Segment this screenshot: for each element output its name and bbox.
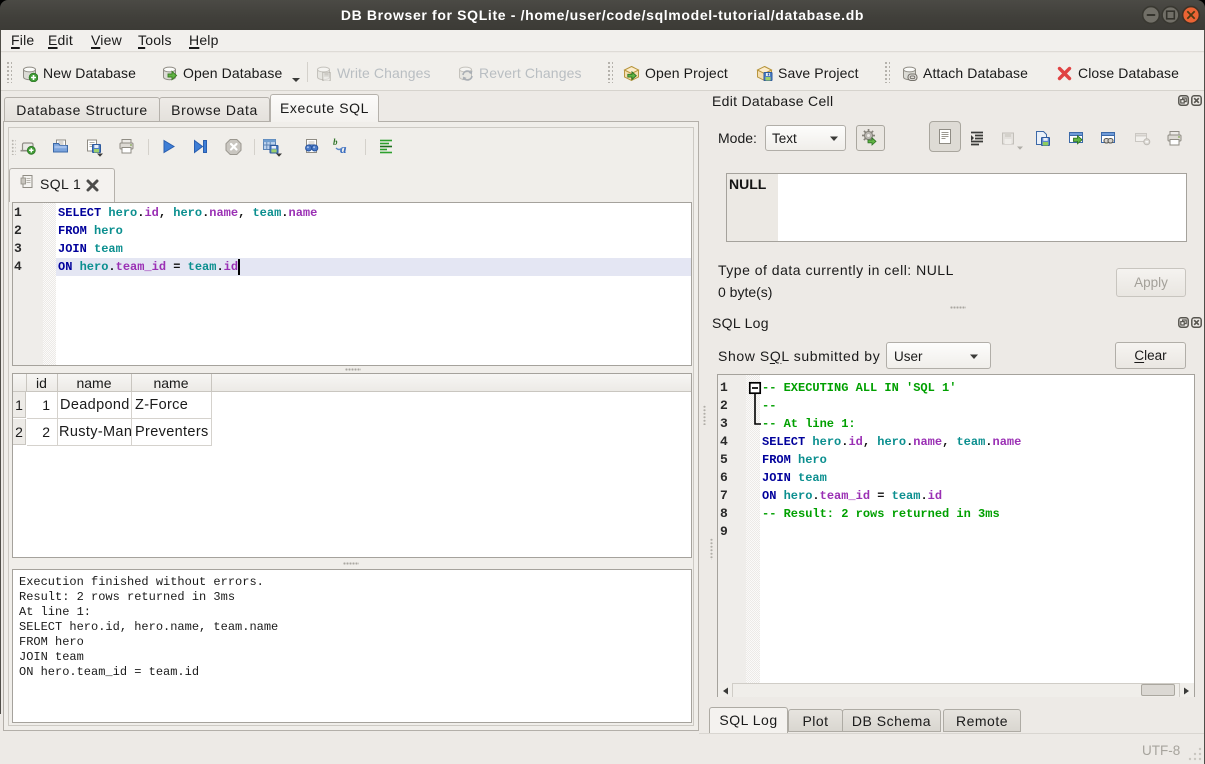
svg-text:b: b bbox=[333, 138, 338, 147]
